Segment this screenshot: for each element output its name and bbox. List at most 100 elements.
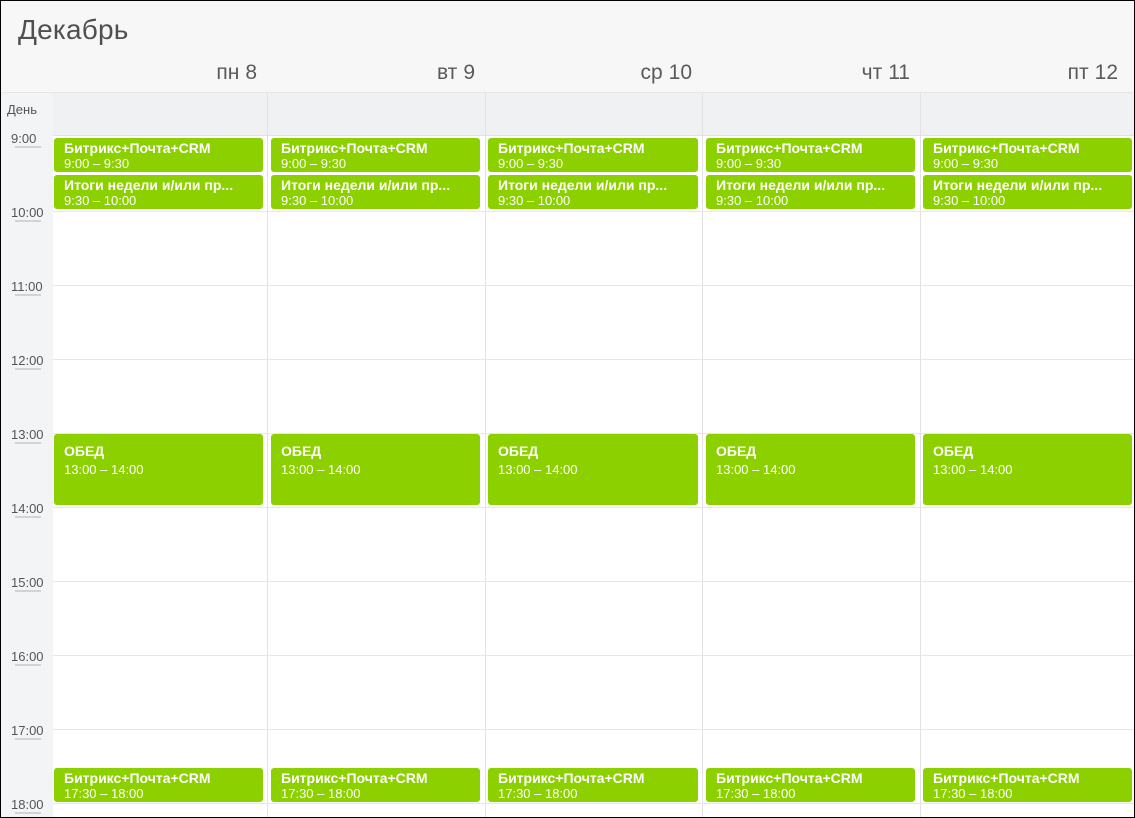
hour-label: 9:00 — [11, 131, 37, 146]
event-time: 9:30 – 10:00 — [498, 193, 571, 208]
event-title: ОБЕД — [498, 443, 539, 459]
hour-label: 16:00 — [11, 649, 44, 664]
event-title: Битрикс+Почта+CRM — [933, 140, 1080, 156]
hour-line — [53, 803, 1134, 804]
column-divider — [702, 93, 703, 817]
event-time: 17:30 – 18:00 — [933, 786, 1013, 801]
event-time: 9:30 – 10:00 — [716, 193, 789, 208]
day-header-fri[interactable]: пт 12 — [920, 61, 1132, 89]
hour-tick — [15, 442, 41, 444]
event-title: Битрикс+Почта+CRM — [64, 140, 211, 156]
event-bitrix-evening-fri[interactable]: Битрикс+Почта+CRM 17:30 – 18:00 — [923, 768, 1132, 802]
event-title: ОБЕД — [933, 443, 974, 459]
hour-label: 18:00 — [11, 797, 44, 812]
event-bitrix-morning-mon[interactable]: Битрикс+Почта+CRM 9:00 – 9:30 — [54, 138, 263, 172]
hour-line — [53, 729, 1134, 730]
event-obed-mon[interactable]: ОБЕД 13:00 – 14:00 — [54, 434, 263, 505]
hour-tick — [15, 812, 41, 814]
event-bitrix-morning-wed[interactable]: Битрикс+Почта+CRM 9:00 – 9:30 — [488, 138, 698, 172]
event-obed-tue[interactable]: ОБЕД 13:00 – 14:00 — [271, 434, 480, 505]
event-time: 17:30 – 18:00 — [64, 786, 144, 801]
hour-tick — [15, 368, 41, 370]
hour-label: 11:00 — [11, 279, 43, 294]
event-bitrix-evening-wed[interactable]: Битрикс+Почта+CRM 17:30 – 18:00 — [488, 768, 698, 802]
event-time: 9:00 – 9:30 — [64, 156, 130, 171]
event-obed-thu[interactable]: ОБЕД 13:00 – 14:00 — [706, 434, 915, 505]
event-title: ОБЕД — [281, 443, 322, 459]
month-title[interactable]: Декабрь — [18, 14, 129, 46]
day-number: 8 — [245, 61, 257, 84]
event-itogi-wed[interactable]: Итоги недели и/или пр... 9:30 – 10:00 — [488, 175, 698, 209]
event-time: 13:00 – 14:00 — [498, 462, 578, 477]
event-time: 17:30 – 18:00 — [716, 786, 796, 801]
event-obed-wed[interactable]: ОБЕД 13:00 – 14:00 — [488, 434, 698, 505]
event-bitrix-evening-thu[interactable]: Битрикс+Почта+CRM 17:30 – 18:00 — [706, 768, 915, 802]
event-bitrix-evening-mon[interactable]: Битрикс+Почта+CRM 17:30 – 18:00 — [54, 768, 263, 802]
hour-line — [53, 655, 1134, 656]
event-time: 13:00 – 14:00 — [64, 462, 144, 477]
event-title: Битрикс+Почта+CRM — [498, 140, 645, 156]
day-header-mon[interactable]: пн 8 — [53, 61, 267, 89]
day-number: 9 — [463, 61, 475, 84]
all-day-row[interactable] — [1, 93, 1134, 136]
column-divider — [920, 93, 921, 817]
event-time: 9:00 – 9:30 — [498, 156, 564, 171]
event-title: Битрикс+Почта+CRM — [933, 770, 1080, 786]
event-itogi-mon[interactable]: Итоги недели и/или пр... 9:30 – 10:00 — [54, 175, 263, 209]
event-bitrix-morning-tue[interactable]: Битрикс+Почта+CRM 9:00 – 9:30 — [271, 138, 480, 172]
event-itogi-tue[interactable]: Итоги недели и/или пр... 9:30 – 10:00 — [271, 175, 480, 209]
event-time: 17:30 – 18:00 — [498, 786, 578, 801]
hour-tick — [15, 738, 41, 740]
event-obed-fri[interactable]: ОБЕД 13:00 – 14:00 — [923, 434, 1132, 505]
all-day-label: День — [7, 102, 37, 117]
hour-tick — [15, 220, 41, 222]
hour-label: 10:00 — [11, 205, 44, 220]
event-title: Битрикс+Почта+CRM — [64, 770, 211, 786]
event-title: ОБЕД — [64, 443, 105, 459]
day-of-week: пн — [216, 61, 240, 84]
day-header-wed[interactable]: ср 10 — [485, 61, 702, 89]
event-time: 9:00 – 9:30 — [933, 156, 999, 171]
calendar-header: Декабрь пн 8 вт 9 ср 10 чт 11 пт 12 — [1, 1, 1134, 93]
day-of-week: пт — [1067, 61, 1089, 84]
hour-line — [53, 507, 1134, 508]
event-title: Итоги недели и/или пр... — [933, 177, 1103, 193]
time-gutter — [1, 93, 53, 817]
event-title: Итоги недели и/или пр... — [64, 177, 234, 193]
hour-label: 13:00 — [11, 427, 44, 442]
event-title: Итоги недели и/или пр... — [716, 177, 886, 193]
day-header-thu[interactable]: чт 11 — [702, 61, 920, 89]
hour-label: 14:00 — [11, 501, 44, 516]
day-number: 10 — [668, 61, 692, 84]
event-itogi-fri[interactable]: Итоги недели и/или пр... 9:30 – 10:00 — [923, 175, 1132, 209]
event-time: 13:00 – 14:00 — [933, 462, 1013, 477]
hour-label: 15:00 — [11, 575, 44, 590]
event-time: 13:00 – 14:00 — [716, 462, 796, 477]
day-header-tue[interactable]: вт 9 — [267, 61, 485, 89]
event-title: Битрикс+Почта+CRM — [498, 770, 645, 786]
event-time: 9:30 – 10:00 — [281, 193, 354, 208]
hour-tick — [15, 294, 41, 296]
event-time: 9:30 – 10:00 — [64, 193, 137, 208]
hour-line — [53, 581, 1134, 582]
column-divider — [267, 93, 268, 817]
event-title: Итоги недели и/или пр... — [281, 177, 451, 193]
day-of-week: чт — [861, 61, 883, 84]
hour-line — [53, 211, 1134, 212]
hour-tick — [15, 664, 41, 666]
day-number: 11 — [888, 61, 910, 84]
calendar-window: Декабрь пн 8 вт 9 ср 10 чт 11 пт 12 День 9:00… — [1, 1, 1134, 817]
event-bitrix-evening-tue[interactable]: Битрикс+Почта+CRM 17:30 – 18:00 — [271, 768, 480, 802]
day-of-week: вт — [436, 61, 458, 84]
event-title: Битрикс+Почта+CRM — [716, 770, 863, 786]
event-itogi-thu[interactable]: Итоги недели и/или пр... 9:30 – 10:00 — [706, 175, 915, 209]
hour-label: 17:00 — [11, 723, 44, 738]
hour-line — [53, 285, 1134, 286]
event-title: Битрикс+Почта+CRM — [281, 140, 428, 156]
event-bitrix-morning-thu[interactable]: Битрикс+Почта+CRM 9:00 – 9:30 — [706, 138, 915, 172]
event-title: Битрикс+Почта+CRM — [281, 770, 428, 786]
event-title: Итоги недели и/или пр... — [498, 177, 668, 193]
column-divider — [485, 93, 486, 817]
event-time: 9:00 – 9:30 — [281, 156, 347, 171]
event-bitrix-morning-fri[interactable]: Битрикс+Почта+CRM 9:00 – 9:30 — [923, 138, 1132, 172]
